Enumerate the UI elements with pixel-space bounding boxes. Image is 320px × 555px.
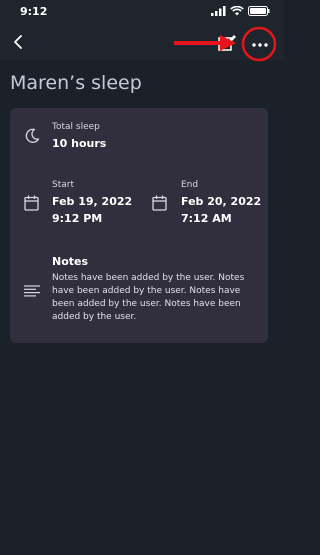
notes-text: Notes have been added by the user. Notes… [52,273,245,322]
sleep-details-card: Total sleep 10 hours Start Feb 19, 2022 … [10,108,268,343]
start-label: Start [52,180,74,190]
notes-heading: Notes [52,255,89,268]
total-sleep-value: 10 hours [52,137,107,150]
total-sleep-label: Total sleep [52,122,100,132]
end-label: End [181,180,199,190]
annotation-overlay [174,26,277,62]
notes-icon [24,285,40,297]
annotation-circle [241,26,277,62]
end-time: 7:12 AM [181,212,232,225]
end-date: Feb 20, 2022 [181,195,262,208]
page-title: Maren’s sleep [10,72,142,94]
annotation-arrow-head [220,35,236,51]
calendar-icon [24,195,39,211]
moon-icon [25,128,40,143]
calendar-icon [152,195,167,211]
start-date: Feb 19, 2022 [52,195,133,208]
start-time: 9:12 PM [52,212,103,225]
